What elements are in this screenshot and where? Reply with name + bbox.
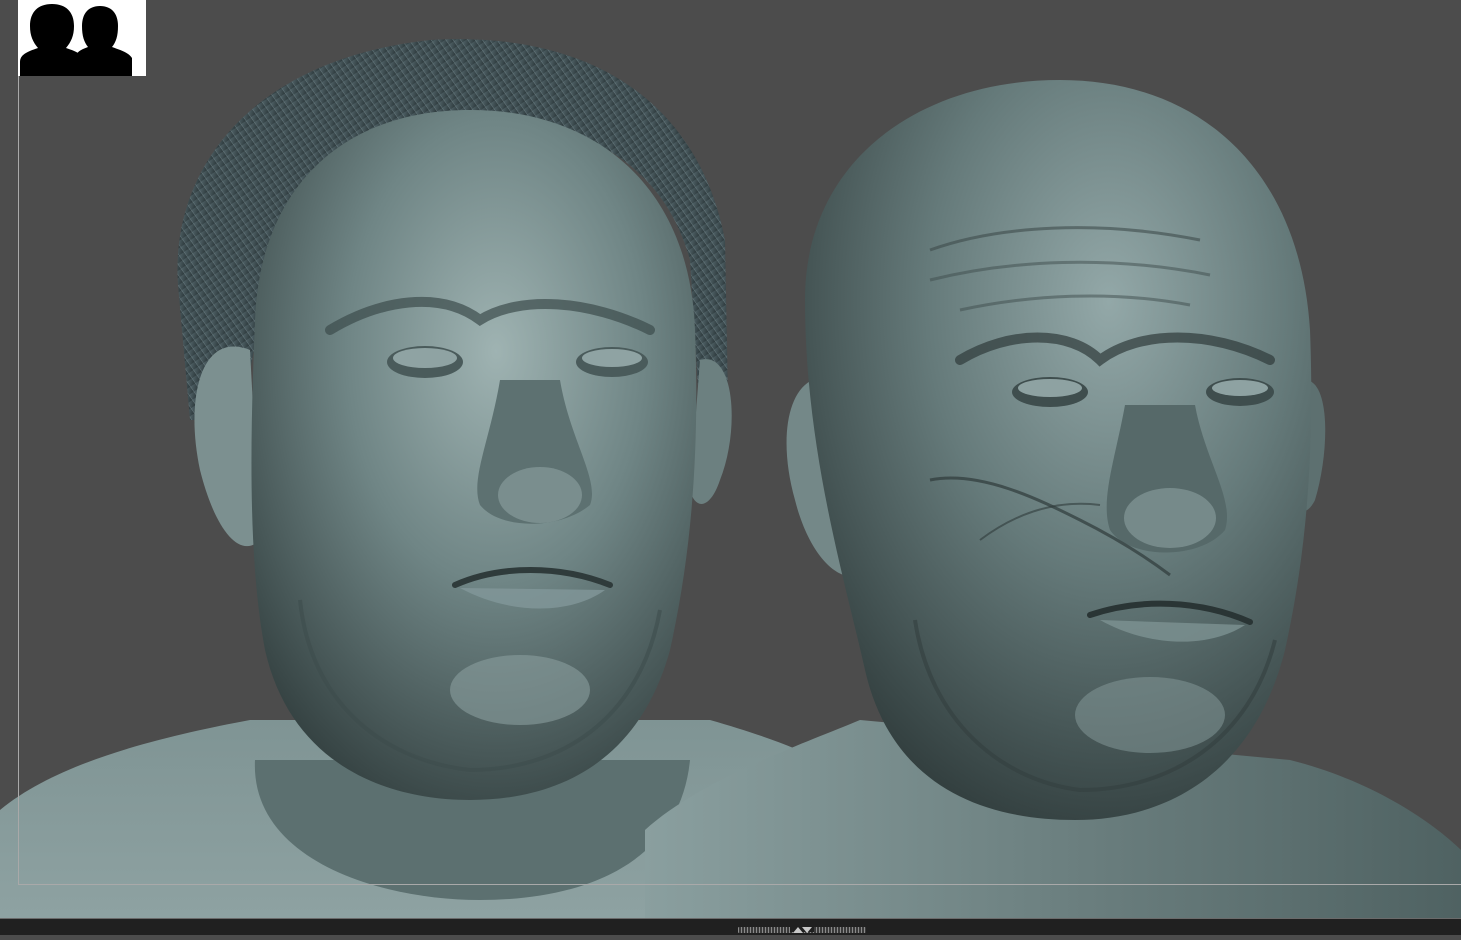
navigation-thumbnail[interactable] <box>18 0 146 76</box>
tray-toggle-arrows-icon[interactable] <box>790 922 814 933</box>
bottom-tray <box>0 918 1461 935</box>
sculpt-render[interactable] <box>0 0 1461 918</box>
two-heads-silhouette-icon <box>18 0 146 76</box>
viewport-canvas[interactable] <box>0 0 1461 918</box>
high-resolution-head[interactable] <box>645 80 1461 918</box>
